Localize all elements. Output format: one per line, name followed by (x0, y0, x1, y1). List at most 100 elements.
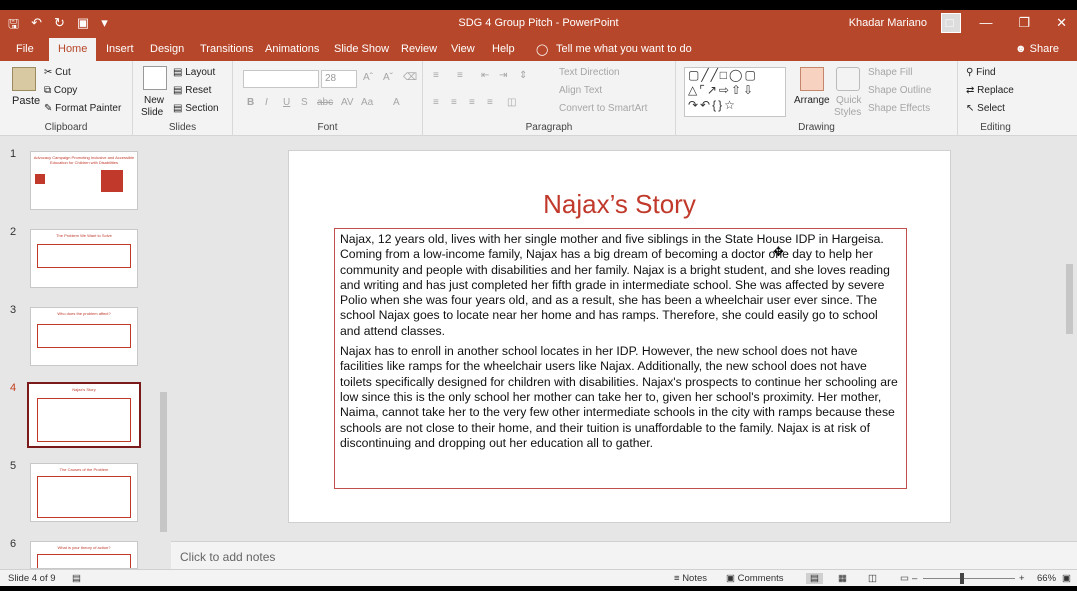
font-name-combo[interactable] (243, 70, 319, 88)
find-button[interactable]: ⚲ Find (966, 67, 996, 78)
notes-pane[interactable]: Click to add notes (171, 541, 1077, 569)
thumbnail-scrollbar[interactable] (159, 144, 168, 564)
tell-me-box[interactable]: Tell me what you want to do (556, 43, 692, 55)
zoom-level[interactable]: 66% (1037, 573, 1056, 584)
zoom-in-icon[interactable]: + (1019, 573, 1025, 584)
reset-button[interactable]: ▤ Reset (173, 85, 211, 96)
notes-button[interactable]: ≡ Notes (674, 573, 707, 584)
zoom-out-icon[interactable]: – (912, 573, 917, 584)
spacing-icon[interactable]: AV (341, 97, 354, 108)
spellcheck-icon[interactable]: ▤ (72, 573, 81, 584)
slide-canvas[interactable]: Najax’s Story Najax, 12 years old, lives… (288, 150, 951, 523)
tab-animations[interactable]: Animations (265, 43, 319, 55)
thumb-number-selected: 4 (10, 382, 17, 394)
editor-scrollbar[interactable] (1065, 144, 1074, 534)
tab-insert[interactable]: Insert (106, 43, 134, 55)
zoom-slider-thumb[interactable] (960, 573, 964, 584)
strikethrough-icon[interactable]: abc (317, 97, 333, 108)
cut-button[interactable]: ✂ Cut (44, 67, 71, 78)
underline-icon[interactable]: U (283, 97, 290, 108)
ribbon-display-icon[interactable]: □ (946, 15, 954, 31)
new-slide-button-line2[interactable]: Slide (141, 107, 163, 118)
arrange-icon[interactable] (800, 67, 824, 91)
tab-transitions[interactable]: Transitions (200, 43, 253, 55)
text-direction-button[interactable]: Text Direction (559, 67, 620, 78)
slideshow-icon[interactable]: ▭ (900, 573, 909, 584)
paste-button[interactable]: Paste (12, 95, 40, 107)
align-left-icon[interactable]: ≡ (433, 97, 439, 108)
new-slide-icon[interactable] (143, 66, 167, 90)
user-name[interactable]: Khadar Mariano (849, 17, 927, 29)
font-color-icon[interactable]: A (393, 97, 400, 108)
slide-thumbnail-3[interactable]: Who does the problem affect? (30, 307, 138, 366)
shadow-icon[interactable]: S (301, 97, 308, 108)
shape-outline-button[interactable]: Shape Outline (868, 85, 931, 96)
grow-font-icon[interactable]: Aˆ (363, 72, 373, 83)
decrease-indent-icon[interactable]: ⇤ (481, 70, 489, 81)
change-case-icon[interactable]: Aa (361, 97, 373, 108)
quick-styles-button[interactable]: Quick (836, 95, 862, 106)
numbering-icon[interactable]: ≡ (457, 70, 463, 81)
restore-icon[interactable]: ❐ (1018, 15, 1030, 31)
align-center-icon[interactable]: ≡ (451, 97, 457, 108)
align-right-icon[interactable]: ≡ (469, 97, 475, 108)
format-painter-button[interactable]: ✎ Format Painter (44, 103, 121, 114)
arrange-button[interactable]: Arrange (794, 95, 830, 106)
select-button[interactable]: ↖ Select (966, 103, 1005, 114)
slide-sorter-icon[interactable]: ▦ (838, 573, 847, 584)
close-icon[interactable]: ✕ (1056, 15, 1067, 31)
slide-title[interactable]: Najax’s Story (289, 189, 950, 220)
minimize-icon[interactable]: — (979, 15, 992, 31)
font-size-combo[interactable]: 28 (321, 70, 357, 88)
notes-label: Notes (682, 573, 708, 584)
justify-icon[interactable]: ≡ (487, 97, 493, 108)
section-icon: ▤ (173, 103, 186, 114)
fit-slide-icon[interactable]: ▣ (1062, 573, 1071, 584)
slide-thumbnail-5[interactable]: The Causes of the Problem (30, 463, 138, 522)
slide-thumbnail-1[interactable]: Advocacy Campaign Promoting Inclusive an… (30, 151, 138, 210)
convert-smartart-button[interactable]: Convert to SmartArt (559, 103, 647, 114)
line-spacing-icon[interactable]: ⇕ (519, 70, 527, 81)
shape-fill-button[interactable]: Shape Fill (868, 67, 912, 78)
slide-thumbnail-4[interactable]: Najax's Story (27, 382, 141, 448)
tab-help[interactable]: Help (492, 43, 515, 55)
copy-icon: ⧉ (44, 85, 54, 96)
section-button[interactable]: ▤ Section (173, 103, 219, 114)
tab-design[interactable]: Design (150, 43, 184, 55)
shape-effects-button[interactable]: Shape Effects (868, 103, 930, 114)
normal-view-icon[interactable]: ▤ (806, 573, 823, 584)
comments-button[interactable]: ▣ Comments (726, 573, 784, 584)
tab-slide-show[interactable]: Slide Show (334, 43, 389, 55)
tab-file[interactable]: File (16, 43, 34, 55)
story-textbox[interactable]: Najax, 12 years old, lives with her sing… (334, 228, 907, 489)
slide-thumbnail-6[interactable]: What is your theory of action? (30, 541, 138, 569)
align-text-button[interactable]: Align Text (559, 85, 602, 96)
new-slide-button[interactable]: New (144, 95, 164, 106)
clear-format-icon[interactable]: ⌫ (403, 72, 417, 83)
copy-button[interactable]: ⧉ Copy (44, 85, 77, 96)
layout-button[interactable]: ▤ Layout (173, 67, 215, 78)
tab-review[interactable]: Review (401, 43, 437, 55)
thumb-number: 2 (10, 226, 17, 238)
bold-icon[interactable]: B (247, 97, 254, 108)
tab-view[interactable]: View (451, 43, 475, 55)
increase-indent-icon[interactable]: ⇥ (499, 70, 507, 81)
tab-home[interactable]: Home (49, 38, 97, 61)
share-button[interactable]: ☻ Share (1015, 43, 1059, 55)
columns-icon[interactable]: ◫ (507, 97, 516, 108)
scrollbar-thumb[interactable] (160, 392, 167, 532)
shrink-font-icon[interactable]: Aˇ (383, 72, 393, 83)
shapes-gallery[interactable]: ▢╱╱□◯▢ △⌜↗⇨⇧⇩ ↷↶{}☆ (684, 67, 786, 117)
paste-icon[interactable] (12, 67, 36, 91)
scrollbar-thumb[interactable] (1066, 264, 1073, 334)
quick-styles-button-line2[interactable]: Styles (834, 107, 861, 118)
cut-label: Cut (55, 67, 71, 78)
bullets-icon[interactable]: ≡ (433, 70, 439, 81)
zoom-slider[interactable] (923, 578, 1015, 579)
quick-styles-icon[interactable] (836, 67, 860, 91)
ribbon: Paste ✂ Cut ⧉ Copy ✎ Format Painter Clip… (0, 61, 1077, 136)
italic-icon[interactable]: I (265, 97, 268, 108)
reading-view-icon[interactable]: ◫ (868, 573, 877, 584)
replace-button[interactable]: ⇄ Replace (966, 85, 1014, 96)
slide-thumbnail-2[interactable]: The Problem We Want to Solve (30, 229, 138, 288)
